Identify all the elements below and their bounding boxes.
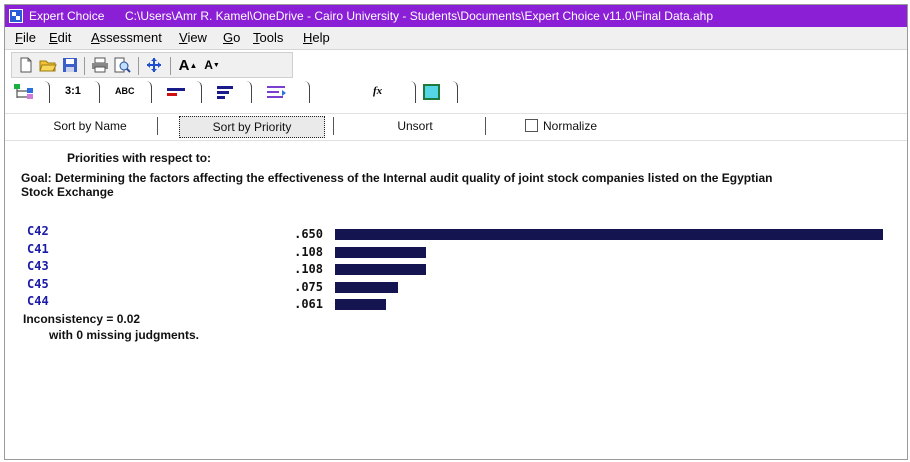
file-path: C:\Users\Amr R. Kamel\OneDrive - Cairo U… bbox=[125, 9, 713, 23]
unsort-button[interactable]: Unsort bbox=[385, 116, 445, 136]
font-smaller-icon[interactable]: A ▼ bbox=[202, 56, 222, 74]
tab-rating-color[interactable] bbox=[417, 81, 458, 103]
priority-bar bbox=[335, 247, 426, 258]
menu-help[interactable]: Help bbox=[303, 27, 330, 49]
normalize-checkbox[interactable] bbox=[525, 119, 538, 132]
menu-view[interactable]: View bbox=[179, 27, 207, 49]
goal-text: Goal: Determining the factors affecting … bbox=[21, 171, 773, 199]
menu-bar: File Edit Assessment View Go Tools Help bbox=[5, 27, 907, 50]
sort-by-priority-button[interactable]: Sort by Priority bbox=[179, 116, 325, 138]
inconsistency-ratio: Inconsistency = 0.02 bbox=[23, 312, 141, 326]
node-label[interactable]: C41 bbox=[27, 242, 49, 256]
menu-assessment[interactable]: Assessment bbox=[91, 27, 162, 49]
navigate-icon[interactable] bbox=[144, 56, 164, 74]
menu-edit[interactable]: Edit bbox=[49, 27, 71, 49]
print-icon[interactable] bbox=[90, 56, 110, 74]
font-larger-icon[interactable]: A ▲ bbox=[178, 56, 198, 74]
tab-graphic-compare[interactable] bbox=[153, 81, 202, 103]
priority-value: .108 bbox=[294, 245, 323, 259]
priority-bar bbox=[335, 282, 398, 293]
new-icon[interactable] bbox=[16, 56, 36, 74]
sort-by-name-button[interactable]: Sort by Name bbox=[35, 116, 145, 136]
priority-value: .650 bbox=[294, 227, 323, 241]
title-bar: Expert Choice C:\Users\Amr R. Kamel\OneD… bbox=[5, 5, 907, 27]
priority-value: .075 bbox=[294, 280, 323, 294]
app-window: Expert Choice C:\Users\Amr R. Kamel\OneD… bbox=[4, 4, 908, 460]
menu-file[interactable]: File bbox=[15, 27, 36, 49]
tab-pairwise-numeric[interactable]: 3:1 bbox=[51, 81, 100, 103]
tab-formula[interactable]: fx bbox=[359, 81, 416, 103]
node-label[interactable]: C44 bbox=[27, 294, 49, 308]
menu-go[interactable]: Go bbox=[223, 27, 240, 49]
tab-questionnaire[interactable] bbox=[203, 81, 252, 103]
priority-bar bbox=[335, 299, 386, 310]
tab-pairwise-verbal[interactable]: ABC bbox=[101, 81, 152, 103]
tab-direct-compare[interactable] bbox=[253, 81, 310, 103]
standard-toolbar: A ▲ A ▼ bbox=[11, 52, 293, 78]
missing-judgments: with 0 missing judgments. bbox=[49, 328, 200, 342]
priorities-panel: Priorities with respect to: Goal: Determ… bbox=[5, 141, 907, 459]
node-label[interactable]: C43 bbox=[27, 259, 49, 273]
priority-bar bbox=[335, 264, 426, 275]
priority-bar bbox=[335, 229, 883, 240]
app-title: Expert Choice bbox=[29, 9, 105, 23]
view-tabs-toolbar: 3:1 ABC fx bbox=[5, 81, 475, 107]
save-icon[interactable] bbox=[60, 56, 80, 74]
priority-value: .108 bbox=[294, 262, 323, 276]
tab-tree-view[interactable] bbox=[9, 81, 50, 103]
menu-tools[interactable]: Tools bbox=[253, 27, 283, 49]
priorities-heading: Priorities with respect to: bbox=[67, 151, 212, 165]
normalize-label: Normalize bbox=[543, 119, 598, 133]
node-label[interactable]: C42 bbox=[27, 224, 49, 238]
sort-toolbar: Sort by Name Sort by Priority Unsort Nor… bbox=[5, 113, 907, 141]
node-label[interactable]: C45 bbox=[27, 277, 49, 291]
app-icon bbox=[9, 9, 23, 23]
print-preview-icon[interactable] bbox=[112, 56, 132, 74]
open-icon[interactable] bbox=[38, 56, 58, 74]
priority-value: .061 bbox=[294, 297, 323, 311]
